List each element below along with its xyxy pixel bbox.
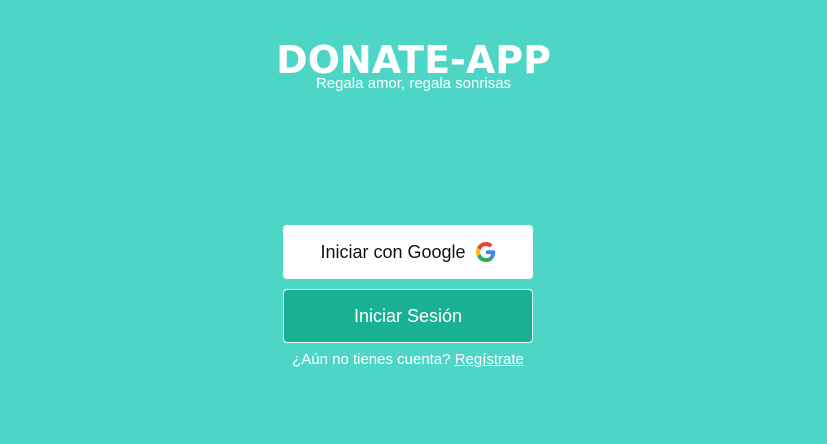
signup-row: ¿Aún no tienes cuenta? Regístrate (283, 351, 533, 368)
login-label: Iniciar Sesión (353, 305, 463, 326)
google-signin-label: Iniciar con Google (320, 241, 466, 262)
auth-actions: Iniciar con Google Iniciar Sesión ¿Aún n… (283, 225, 533, 368)
login-button[interactable]: Iniciar Sesión (283, 289, 533, 343)
google-icon (475, 242, 496, 262)
signup-link[interactable]: Regístrate (455, 351, 524, 368)
signup-prompt: ¿Aún no tienes cuenta? (292, 351, 451, 368)
google-signin-button[interactable]: Iniciar con Google (283, 225, 533, 279)
app-tagline: Regala amor, regala sonrisas (315, 75, 512, 92)
brand-header: DONATE-APP Regala amor, regala sonrisas (0, 38, 827, 92)
